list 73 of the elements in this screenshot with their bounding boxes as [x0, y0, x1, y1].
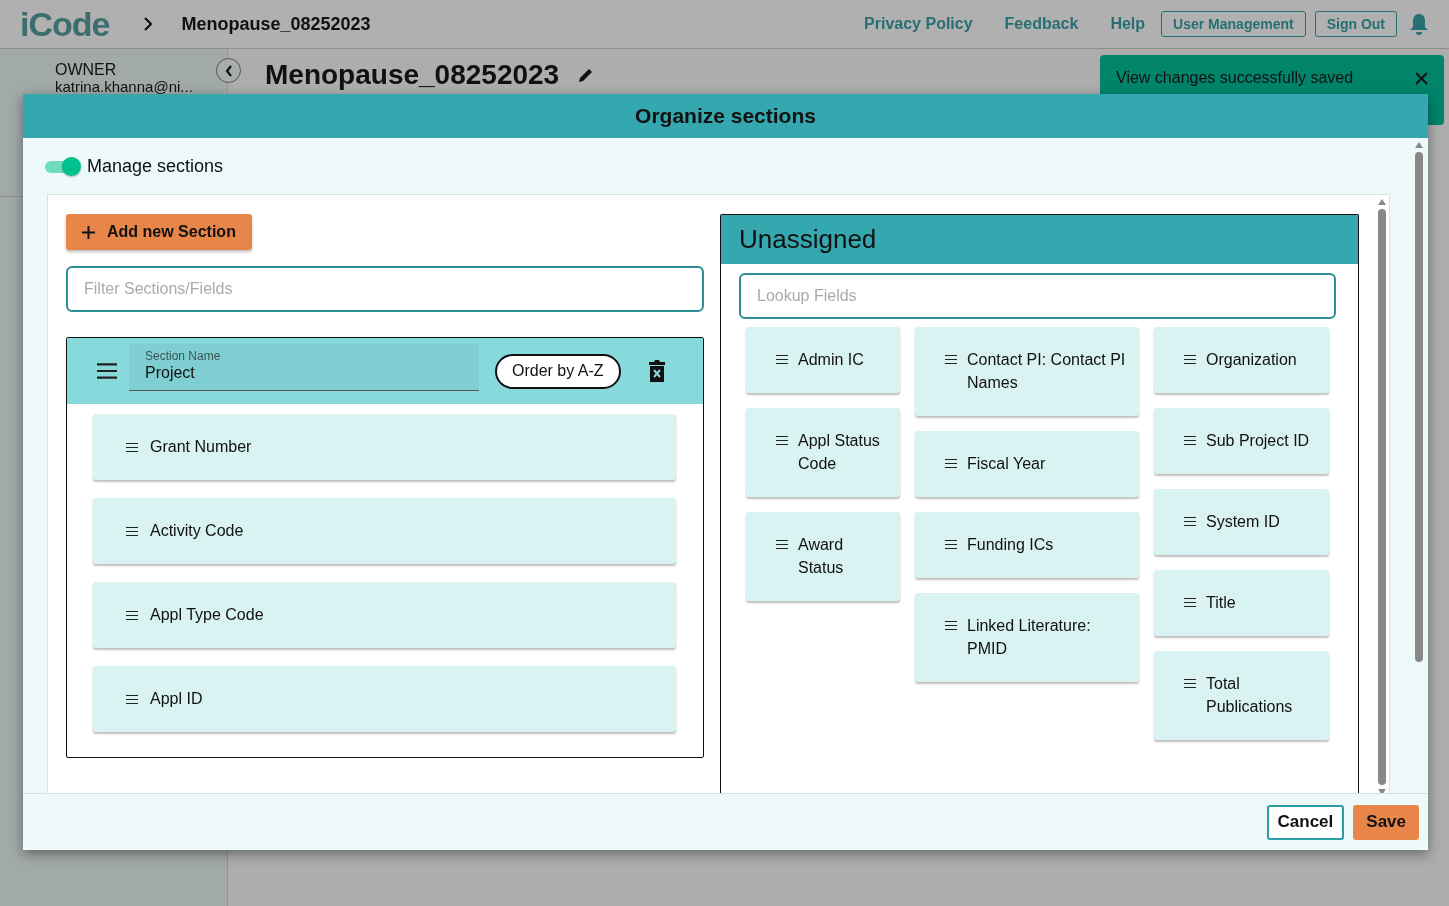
- add-section-button[interactable]: Add new Section: [66, 214, 252, 250]
- drag-handle-icon[interactable]: [1184, 354, 1196, 365]
- chevron-left-icon: [224, 64, 233, 77]
- field-card[interactable]: Award Status: [746, 512, 900, 601]
- field-label: Appl Status Code: [798, 431, 881, 474]
- save-button[interactable]: Save: [1353, 804, 1419, 840]
- field-label: Grant Number: [150, 438, 252, 456]
- drag-handle-icon[interactable]: [97, 362, 117, 380]
- drag-handle-icon[interactable]: [1184, 678, 1196, 689]
- drag-handle-icon[interactable]: [945, 620, 957, 631]
- field-label: Funding ICs: [967, 535, 1054, 555]
- drag-handle-icon[interactable]: [776, 354, 788, 365]
- field-label: Linked Literature: PMID: [967, 616, 1092, 659]
- drag-handle-icon[interactable]: [126, 693, 138, 705]
- field-label: Admin IC: [798, 350, 864, 370]
- breadcrumb-title: Menopause_08252023: [181, 13, 371, 35]
- field-card[interactable]: Activity Code: [93, 498, 676, 564]
- field-label: Organization: [1206, 350, 1297, 370]
- close-icon[interactable]: [1415, 72, 1428, 85]
- field-label: Sub Project ID: [1206, 431, 1310, 451]
- field-label: Appl Type Code: [150, 606, 264, 624]
- bell-icon[interactable]: [1409, 13, 1429, 35]
- field-card[interactable]: Organization: [1154, 327, 1329, 393]
- field-card[interactable]: Appl Status Code: [746, 408, 900, 497]
- drag-handle-icon[interactable]: [126, 525, 138, 537]
- field-card[interactable]: Appl ID: [93, 666, 676, 732]
- lookup-field[interactable]: Lookup Fields: [739, 273, 1336, 319]
- field-card[interactable]: Linked Literature: PMID: [915, 593, 1139, 682]
- field-label: Award Status: [798, 535, 845, 578]
- field-card[interactable]: Admin IC: [746, 327, 900, 393]
- drag-handle-icon[interactable]: [945, 539, 957, 550]
- field-card[interactable]: Title: [1154, 570, 1329, 636]
- drag-handle-icon[interactable]: [126, 441, 138, 453]
- scrollbar[interactable]: [1377, 199, 1387, 793]
- order-button[interactable]: Order by A-Z: [495, 353, 621, 389]
- field-label: Total Publications: [1206, 674, 1294, 717]
- section-name-field[interactable]: Section Name Project: [129, 343, 479, 391]
- field-label: Fiscal Year: [967, 454, 1046, 474]
- field-card[interactable]: Contact PI: Contact PI Names: [915, 327, 1139, 416]
- field-card[interactable]: Grant Number: [93, 414, 676, 480]
- panel-title: Unassigned: [739, 224, 877, 255]
- field-card[interactable]: Appl Type Code: [93, 582, 676, 648]
- cancel-button[interactable]: Cancel: [1266, 804, 1345, 840]
- toast-message: View changes successfully saved: [1116, 69, 1354, 87]
- drag-handle-icon[interactable]: [945, 354, 957, 365]
- drag-handle-icon[interactable]: [1184, 597, 1196, 608]
- drag-handle-icon[interactable]: [776, 539, 788, 550]
- chevron-right-icon: [143, 16, 154, 32]
- page-title: Menopause_08252023: [265, 59, 560, 91]
- field-label: Appl ID: [150, 690, 203, 708]
- filter-field[interactable]: Filter Sections/Fields: [66, 266, 704, 312]
- field-card[interactable]: Sub Project ID: [1154, 408, 1329, 474]
- trash-icon[interactable]: [648, 360, 665, 382]
- user-role: OWNER: [55, 61, 118, 79]
- field-label: Title: [1206, 593, 1236, 613]
- field-label: Contact PI: Contact PI Names: [967, 350, 1127, 393]
- field-card[interactable]: Funding ICs: [915, 512, 1139, 578]
- field-card[interactable]: Fiscal Year: [915, 431, 1139, 497]
- collapse-button[interactable]: [216, 58, 241, 83]
- manage-toggle[interactable]: [43, 156, 83, 176]
- drag-handle-icon[interactable]: [1184, 516, 1196, 527]
- drag-handle-icon[interactable]: [776, 435, 788, 446]
- field-card[interactable]: Total Publications: [1154, 651, 1329, 740]
- plus-icon: [82, 225, 95, 239]
- drag-handle-icon[interactable]: [1184, 435, 1196, 446]
- dialog-title: Organize sections: [635, 104, 816, 128]
- field-label: Activity Code: [150, 522, 244, 540]
- drag-handle-icon[interactable]: [126, 609, 138, 621]
- user-email: katrina.khanna@ni...: [55, 79, 194, 95]
- drag-handle-icon[interactable]: [945, 458, 957, 469]
- field-label: System ID: [1206, 512, 1280, 532]
- field-card[interactable]: System ID: [1154, 489, 1329, 555]
- toggle-label: Manage sections: [87, 155, 224, 177]
